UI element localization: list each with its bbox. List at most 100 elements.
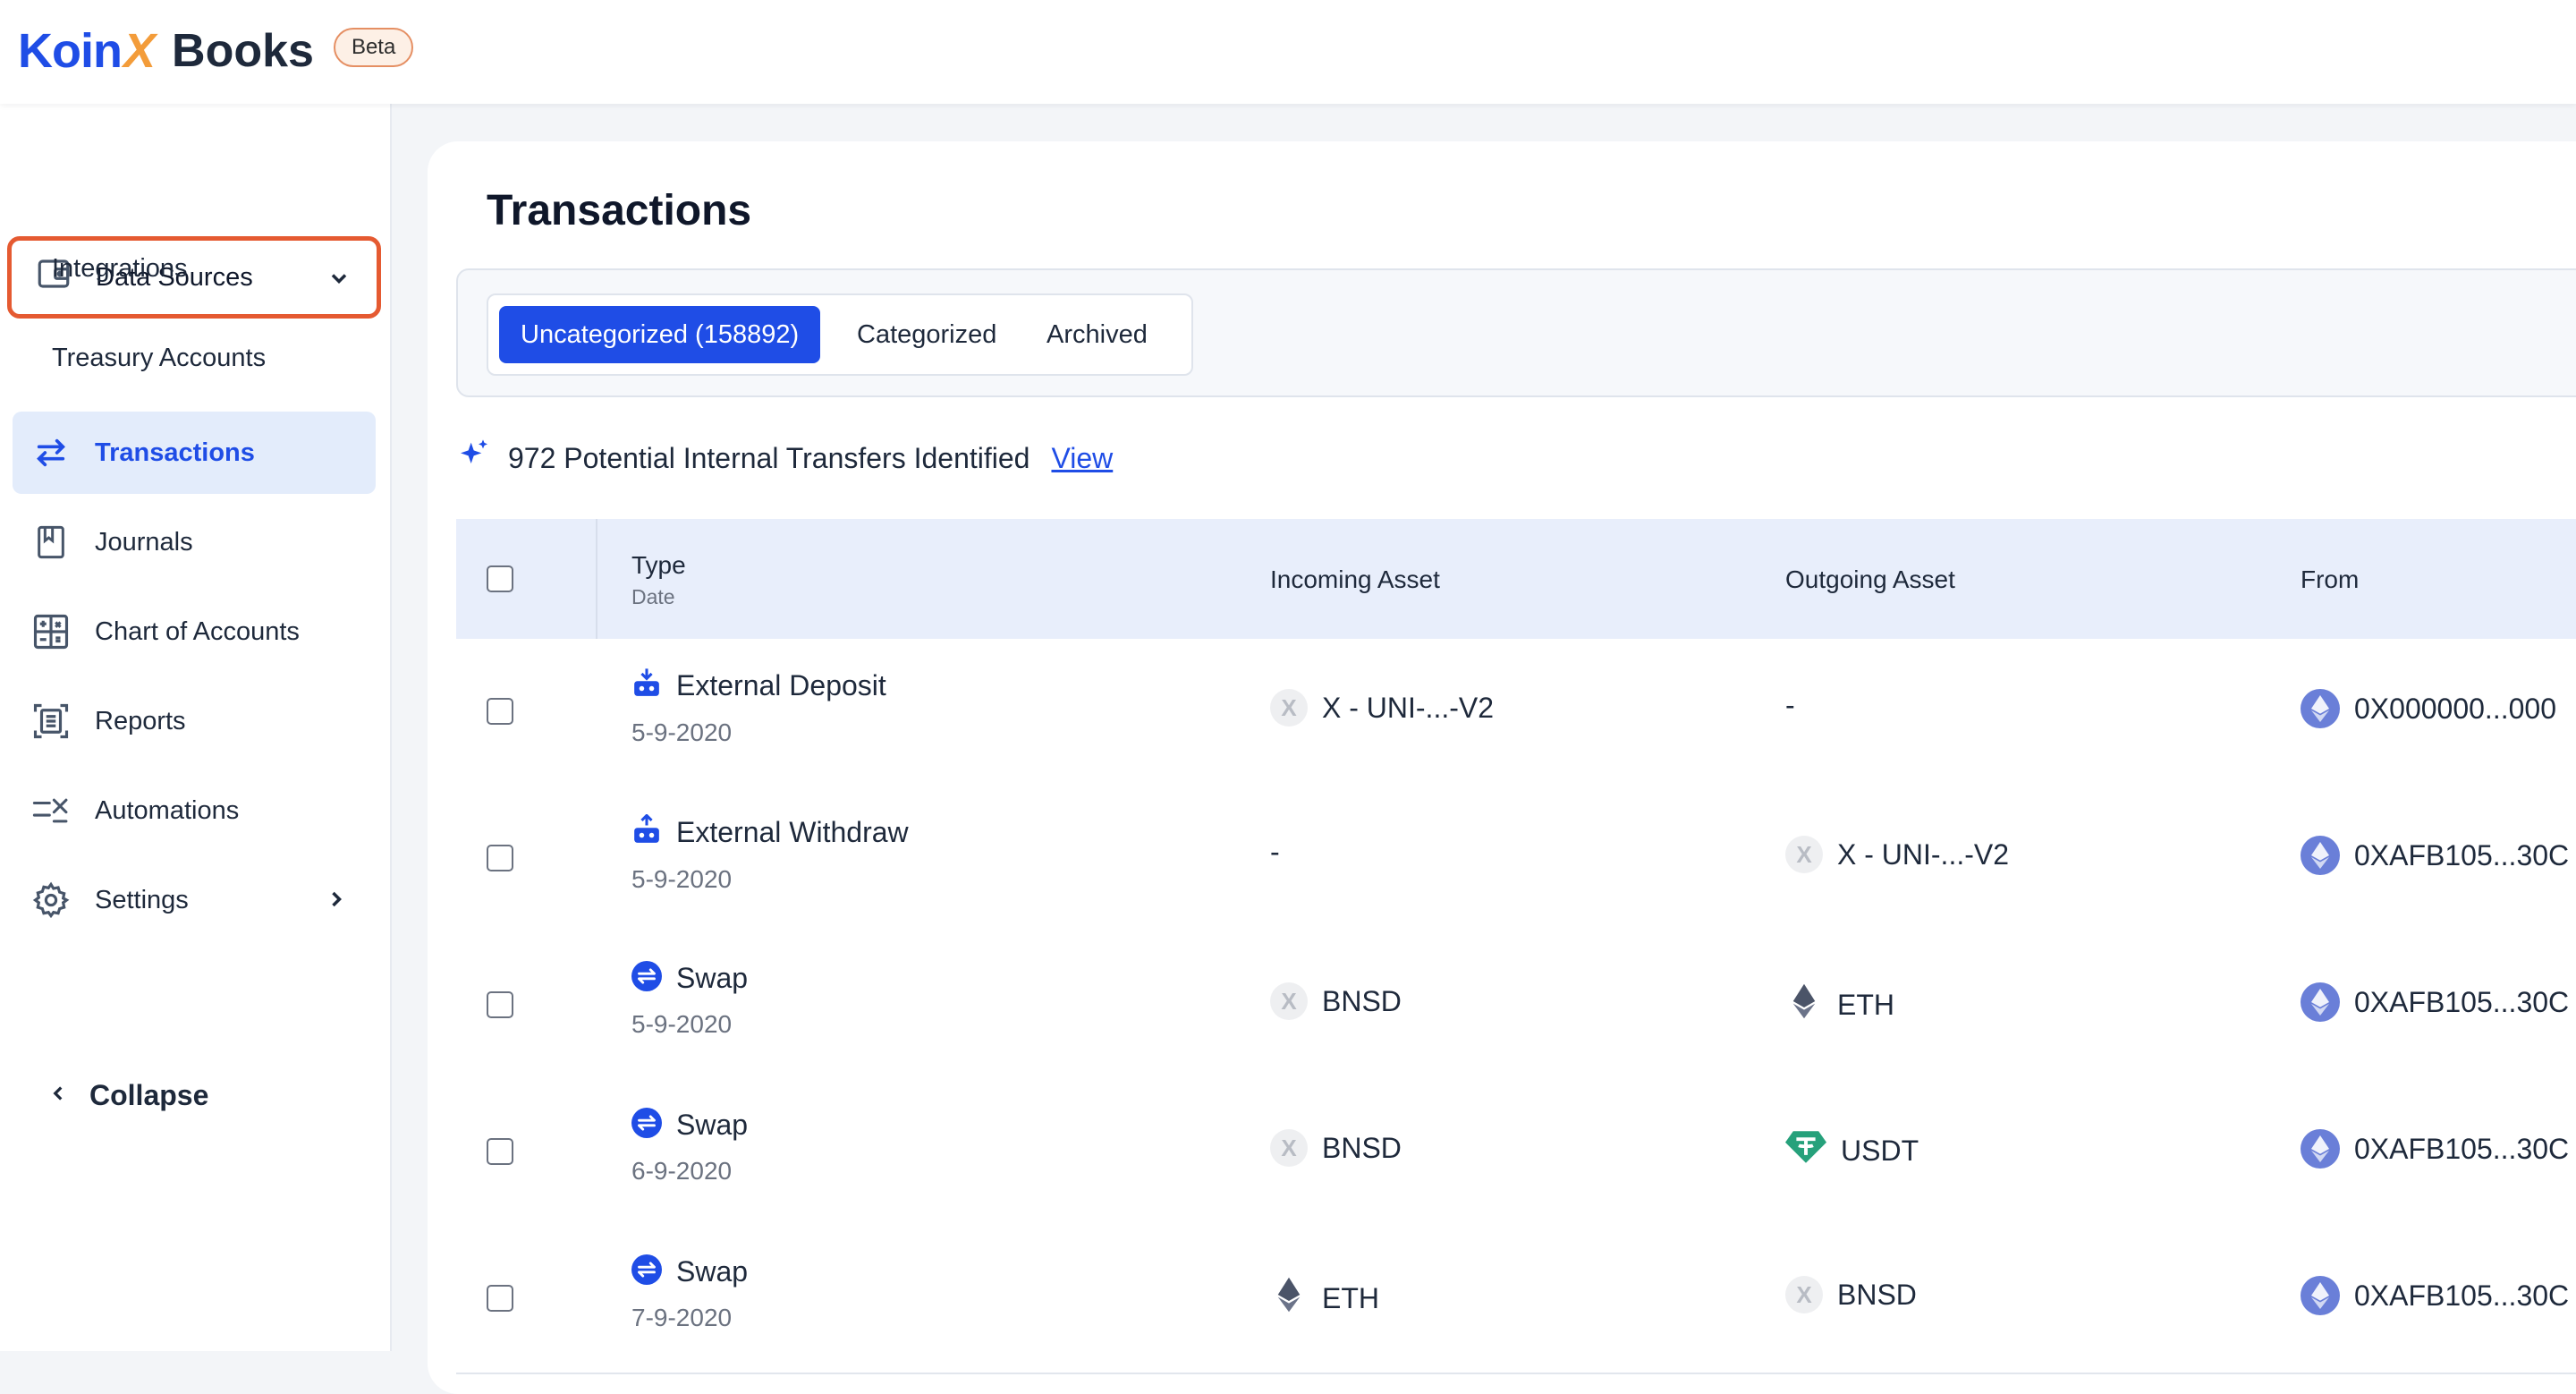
sidebar-item-treasury-accounts[interactable]: Treasury Accounts [52, 344, 266, 373]
row-checkbox[interactable] [487, 991, 513, 1018]
sparkle-icon [456, 437, 492, 480]
page-title: Transactions [487, 187, 752, 234]
incoming-asset: BNSD [1322, 1131, 1402, 1164]
sidebar-item-label: Journals [95, 527, 193, 557]
type-cell: External Withdraw 5-9-2020 [631, 813, 909, 894]
internal-transfers-notice: 972 Potential Internal Transfers Identif… [456, 437, 1113, 480]
sidebar-item-reports[interactable]: Reports [13, 680, 376, 762]
outgoing-asset-cell: X X - UNI-...-V2 [1785, 836, 2009, 873]
sidebar-item-integrations[interactable]: Integrations [52, 254, 188, 284]
transaction-date: 5-9-2020 [631, 1010, 733, 1038]
token-placeholder-icon: X [1785, 836, 1823, 873]
from-address: 0XAFB105...30C [2354, 838, 2570, 871]
transaction-date: 7-9-2020 [631, 1304, 733, 1331]
outgoing-asset-cell: ETH [1785, 982, 1894, 1027]
sidebar-item-label: Automations [95, 795, 240, 825]
row-checkbox[interactable] [487, 698, 513, 725]
type-cell: External Deposit 5-9-2020 [631, 667, 886, 747]
table-row[interactable]: Swap 7-9-2020 ETH X BNSD 0XAFB105...30C [456, 1226, 2576, 1374]
date-subheader-label: Date [631, 585, 675, 608]
automation-icon [30, 790, 72, 831]
main-panel: Transactions Uncategorized (158892) Cate… [428, 141, 2576, 1394]
table-row[interactable]: Swap 5-9-2020 X BNSD ETH 0XAFB105...30C [456, 932, 2576, 1081]
table-row[interactable]: External Deposit 5-9-2020 X X - UNI-...-… [456, 639, 2576, 787]
from-cell: 0XAFB105...30C [2301, 1129, 2569, 1169]
logo-koin: Koin [18, 24, 123, 78]
swap-icon [631, 1108, 662, 1143]
sidebar-item-label: Settings [95, 885, 189, 914]
logo-books: Books [172, 25, 314, 77]
select-all-checkbox[interactable] [487, 565, 513, 592]
bookmark-book-icon [30, 522, 72, 563]
token-placeholder-icon: X [1270, 982, 1308, 1020]
type-cell: Swap 5-9-2020 [631, 961, 748, 1039]
gear-icon [30, 880, 72, 921]
sidebar-item-label: Chart of Accounts [95, 616, 300, 646]
incoming-asset-cell: ETH [1270, 1276, 1379, 1321]
calculator-icon [30, 611, 72, 652]
outgoing-asset: - [1785, 689, 1795, 721]
sidebar-item-journals[interactable]: Journals [13, 501, 376, 583]
swap-icon [631, 961, 662, 996]
from-cell: 0XAFB105...30C [2301, 1276, 2569, 1315]
row-checkbox[interactable] [487, 845, 513, 871]
logo-x: X [123, 24, 157, 78]
type-header-label: Type [631, 551, 686, 579]
from-address: 0X000000...000 [2354, 692, 2556, 725]
sidebar-item-label: Transactions [95, 438, 255, 467]
column-header-incoming-asset: Incoming Asset [1270, 565, 1440, 593]
transaction-type: Swap [676, 1109, 749, 1141]
outgoing-asset-cell: USDT [1785, 1129, 1919, 1172]
tab-categorized[interactable]: Categorized [857, 306, 996, 363]
table-header: Type Date Incoming Asset Outgoing Asset … [456, 519, 2576, 639]
token-placeholder-icon: X [1270, 1129, 1308, 1167]
tab-group: Uncategorized (158892) Categorized Archi… [487, 293, 1193, 376]
ethereum-icon [2301, 1129, 2340, 1169]
ethereum-icon [2301, 689, 2340, 728]
outgoing-asset: ETH [1837, 988, 1894, 1021]
token-placeholder-icon: X [1270, 689, 1308, 727]
transaction-date: 6-9-2020 [631, 1157, 733, 1185]
beta-badge: Beta [333, 28, 414, 67]
incoming-asset: ETH [1322, 1281, 1379, 1314]
collapse-button[interactable]: Collapse [47, 1079, 208, 1112]
ethereum-icon [2301, 982, 2340, 1022]
outgoing-asset: BNSD [1837, 1278, 1917, 1311]
ethereum-icon [2301, 1276, 2340, 1315]
transaction-type: Swap [676, 1255, 749, 1288]
type-cell: Swap 7-9-2020 [631, 1254, 748, 1332]
swap-icon [631, 1254, 662, 1289]
type-cell: Swap 6-9-2020 [631, 1108, 748, 1186]
top-bar: Koin X Books Beta [0, 0, 2576, 104]
incoming-asset: - [1270, 836, 1280, 868]
incoming-asset: BNSD [1322, 984, 1402, 1017]
from-address: 0XAFB105...30C [2354, 985, 2570, 1018]
deposit-icon [631, 667, 662, 704]
row-checkbox[interactable] [487, 1138, 513, 1165]
from-cell: 0XAFB105...30C [2301, 982, 2569, 1022]
sidebar-item-chart-of-accounts[interactable]: Chart of Accounts [13, 591, 376, 673]
row-checkbox[interactable] [487, 1285, 513, 1312]
transaction-type: Swap [676, 962, 749, 994]
transaction-type: External Withdraw [676, 816, 909, 848]
table-row[interactable]: Swap 6-9-2020 X BNSD USDT 0XAFB105...30C [456, 1079, 2576, 1228]
sidebar-item-transactions[interactable]: Transactions [13, 412, 376, 494]
from-cell: 0XAFB105...30C [2301, 836, 2569, 875]
transaction-date: 5-9-2020 [631, 865, 733, 893]
withdraw-icon [631, 813, 662, 851]
sidebar-item-settings[interactable]: Settings [13, 859, 376, 941]
transfer-arrows-icon [30, 432, 72, 473]
column-header-type: Type Date [631, 551, 686, 609]
chevron-right-icon [324, 887, 349, 919]
column-header-outgoing-asset: Outgoing Asset [1785, 565, 1955, 593]
from-cell: 0X000000...000 [2301, 689, 2556, 728]
ethereum-logo-icon [1270, 1276, 1308, 1321]
tab-archived[interactable]: Archived [1046, 306, 1148, 363]
transaction-date: 5-9-2020 [631, 718, 733, 746]
table-row[interactable]: External Withdraw 5-9-2020 - X X - UNI-.… [456, 786, 2576, 934]
koinx-books-logo[interactable]: Koin X Books Beta [18, 23, 414, 79]
sidebar-item-automations[interactable]: Automations [13, 769, 376, 852]
collapse-label: Collapse [89, 1079, 209, 1111]
tab-uncategorized[interactable]: Uncategorized (158892) [499, 306, 821, 363]
view-link[interactable]: View [1051, 442, 1113, 475]
